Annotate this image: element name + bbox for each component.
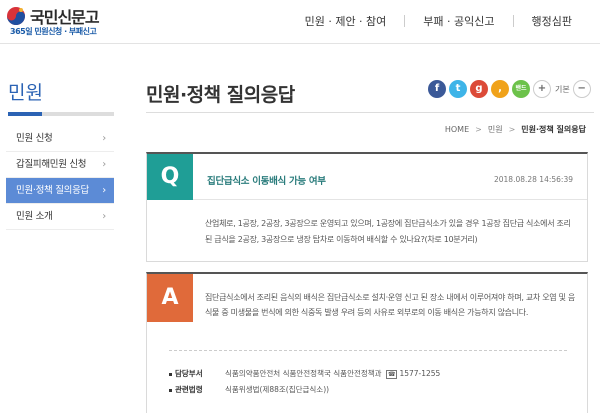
- font-increase-icon[interactable]: +: [533, 80, 551, 98]
- facebook-icon[interactable]: f: [428, 80, 446, 98]
- nav-item-administrative-appeal[interactable]: 행정심판: [514, 13, 590, 29]
- chevron-right-icon: ›: [102, 159, 106, 170]
- question-body: 산업체로, 1공장, 2공장, 3공장으로 운영되고 있으며, 1공장에 집단급…: [205, 219, 571, 244]
- chevron-right-icon: ›: [102, 133, 106, 144]
- question-title: 집단급식소 이동배식 가능 여부: [207, 176, 326, 187]
- sidebar-title-underline-accent: [8, 112, 42, 116]
- bullet-icon: [169, 372, 172, 376]
- question-date: 2018.08.28 14:56:39: [493, 175, 573, 184]
- sidebar-title-underline: [8, 112, 114, 116]
- answer-dept-row: 담당부서 식품의약품안전처 식품안전정책국 식품안전정책과 ☎ 1577-1255: [169, 368, 440, 379]
- phone-icon: ☎: [385, 370, 398, 379]
- sidebar-menu: 민원 신청 › 갑질피해민원 신청 › 민원·정책 질의응답 › 민원 소개 ›: [6, 126, 114, 230]
- nav-item-petition[interactable]: 민원 · 제안 · 참여: [287, 13, 405, 29]
- sidebar-item-petition-apply[interactable]: 민원 신청 ›: [6, 126, 114, 152]
- global-nav: 민원 · 제안 · 참여 부패 · 공익신고 행정심판: [287, 10, 590, 32]
- sidebar-item-label: 민원 신청: [16, 133, 53, 144]
- breadcrumb: HOME > 민원 > 민원·정책 질의응답: [445, 124, 586, 135]
- sidebar-title: 민원: [8, 82, 43, 104]
- page-title: 민원·정책 질의응답: [146, 84, 295, 106]
- share-toolbar: f t g , 밴드 + 기본 −: [428, 80, 594, 98]
- sidebar-item-policy-qna[interactable]: 민원·정책 질의응답 ›: [6, 178, 114, 204]
- bullet-icon: [169, 388, 172, 392]
- taegeuk-logo-icon: [7, 7, 25, 25]
- logo-title: 국민신문고: [30, 8, 100, 27]
- law-label: 관련법령: [175, 385, 203, 394]
- sidebar-item-label: 민원·정책 질의응답: [16, 185, 89, 196]
- nav-item-corruption-report[interactable]: 부패 · 공익신고: [405, 13, 512, 29]
- sidebar-item-petition-intro[interactable]: 민원 소개 ›: [6, 204, 114, 230]
- answer-law-row: 관련법령 식품위생법(제88조(집단급식소)): [169, 384, 329, 395]
- answer-card: A 집단급식소에서 조리된 음식의 배식은 집단급식소로 설치·운영 신고 된 …: [146, 272, 588, 413]
- logo-subtitle: 365일 민원신청 · 부패신고: [10, 27, 97, 36]
- twitter-icon[interactable]: t: [449, 80, 467, 98]
- question-header: 집단급식소 이동배식 가능 여부 2018.08.28 14:56:39: [193, 154, 587, 200]
- chevron-right-icon: >: [475, 125, 482, 134]
- answer-body: 집단급식소에서 조리된 음식의 배식은 집단급식소로 설치·운영 신고 된 장소…: [205, 293, 575, 317]
- site-logo[interactable]: 국민신문고 365일 민원신청 · 부패신고: [6, 4, 116, 40]
- dept-value: 식품의약품안전처 식품안전정책국 식품안전정책과: [225, 369, 382, 378]
- site-header: 국민신문고 365일 민원신청 · 부패신고 민원 · 제안 · 참여 부패 ·…: [0, 0, 600, 44]
- breadcrumb-home[interactable]: HOME: [445, 125, 469, 134]
- question-card: Q 집단급식소 이동배식 가능 여부 2018.08.28 14:56:39 산…: [146, 152, 588, 262]
- sidebar-item-gapjil-petition[interactable]: 갑질피해민원 신청 ›: [6, 152, 114, 178]
- google-plus-icon[interactable]: g: [470, 80, 488, 98]
- breadcrumb-petition[interactable]: 민원: [488, 124, 503, 135]
- sidebar-item-label: 갑질피해민원 신청: [16, 159, 87, 170]
- dept-phone: 1577-1255: [399, 369, 441, 378]
- law-value: 식품위생법(제88조(집단급식소)): [225, 385, 330, 394]
- font-decrease-icon[interactable]: −: [572, 80, 591, 98]
- font-size-label: 기본: [555, 84, 570, 94]
- chevron-right-icon: ›: [102, 185, 106, 196]
- band-icon[interactable]: 밴드: [512, 80, 530, 98]
- sidebar-item-label: 민원 소개: [16, 211, 53, 222]
- dept-label: 담당부서: [175, 369, 203, 378]
- answer-badge: A: [147, 274, 193, 322]
- chevron-right-icon: >: [508, 125, 516, 134]
- title-divider: [146, 112, 594, 113]
- chevron-right-icon: ›: [102, 211, 106, 222]
- question-badge: Q: [147, 154, 193, 200]
- answer-divider: [169, 350, 567, 351]
- breadcrumb-current: 민원·정책 질의응답: [521, 125, 586, 134]
- kakao-story-icon[interactable]: ,: [491, 80, 509, 98]
